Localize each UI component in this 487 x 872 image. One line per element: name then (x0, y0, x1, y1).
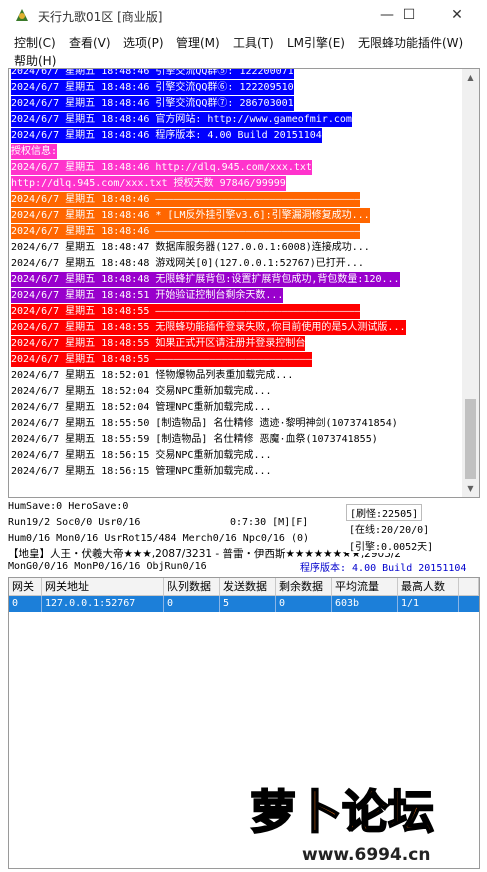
log-line: 授权信息: (11, 144, 58, 159)
brush-count: [刷怪:22505] (346, 504, 423, 521)
log-line: 2024/6/7 星期五 18:56:15 管理NPC重新加载完成... (11, 466, 272, 477)
menu-lm-engine[interactable]: LM引擎(E) (287, 34, 345, 51)
log-line: 2024/6/7 星期五 18:48:46 引擎交流QQ群⑥: 12220951… (11, 80, 294, 95)
log-line: 2024/6/7 星期五 18:48:46 引擎交流QQ群⑦: 28670300… (11, 96, 294, 111)
logo-text: 萝卜论坛 (250, 785, 434, 839)
run-status: Run19/2 Soc0/0 Usr0/16 (8, 517, 141, 528)
col-header-remaining[interactable]: 剩余数据 (276, 578, 332, 596)
online-count: [在线:20/20/0] (346, 521, 433, 536)
log-line: 2024/6/7 星期五 18:48:46 引擎交流QQ群⑤: 12220007… (11, 69, 294, 79)
menu-view[interactable]: 查看(V) (69, 34, 111, 51)
menu-plugin[interactable]: 无限蜂功能插件(W) (358, 34, 463, 51)
log-line: 2024/6/7 星期五 18:48:55 ——————————————————… (11, 304, 361, 319)
title-bar[interactable]: 天行九歌01区 [商业版] — ☐ ✕ (0, 0, 487, 31)
logo-url: www.6994.cn (302, 845, 430, 865)
log-line: 2024/6/7 星期五 18:48:46 * [LM反外挂引擎v3.6]:引擎… (11, 208, 370, 223)
menu-tools[interactable]: 工具(T) (233, 34, 274, 51)
col-header-sent[interactable]: 发送数据 (220, 578, 276, 596)
table-cell-address[interactable]: 127.0.0.1:52767 (42, 596, 164, 612)
log-line: 2024/6/7 星期五 18:48:47 数据库服务器(127.0.0.1:6… (11, 242, 370, 253)
col-header-gateway[interactable]: 网关 (9, 578, 42, 596)
log-line: 2024/6/7 星期五 18:48:48 游戏网关[0](127.0.0.1:… (11, 258, 364, 269)
app-icon (16, 9, 28, 21)
maximize-button[interactable]: ☐ (389, 0, 429, 31)
table-cell-max-users[interactable]: 1/1 (398, 596, 459, 612)
uptime: 0:7:30 [M][F] (230, 517, 309, 528)
close-button[interactable]: ✕ (437, 0, 477, 31)
menu-options[interactable]: 选项(P) (123, 34, 164, 51)
status-panel: HumSave:0 HeroSave:0 Run19/2 Soc0/0 Usr0… (8, 498, 478, 576)
log-scrollbar[interactable]: ▲ ▼ (462, 69, 479, 497)
log-line: 2024/6/7 星期五 18:48:46 官方网站: http://www.g… (11, 112, 352, 127)
col-header-filler (459, 578, 479, 596)
scroll-down-icon[interactable]: ▼ (462, 480, 479, 497)
log-panel[interactable]: 2024/6/7 星期五 18:48:46 引擎交流QQ群⑤: 12220007… (8, 68, 480, 498)
server-console-window: 天行九歌01区 [商业版] — ☐ ✕ 控制(C) 查看(V) 选项(P) 管理… (0, 0, 487, 872)
log-line: 2024/6/7 星期五 18:56:15 交易NPC重新加载完成... (11, 450, 272, 461)
menu-bar: 控制(C) 查看(V) 选项(P) 管理(M) 工具(T) LM引擎(E) 无限… (0, 31, 487, 69)
engine-days: [引擎:0.0052天] (346, 538, 437, 553)
table-cell-gateway[interactable]: 0 (9, 596, 42, 612)
table-cell-sent[interactable]: 5 (220, 596, 276, 612)
log-line: 2024/6/7 星期五 18:48:46 程序版本: 4.00 Build 2… (11, 128, 322, 143)
window-title: 天行九歌01区 [商业版] (38, 10, 163, 24)
scroll-thumb[interactable] (465, 399, 476, 479)
log-line: 2024/6/7 星期五 18:55:59 [制造物品] 名仕精修 恶魔·血祭(… (11, 434, 378, 445)
save-status: HumSave:0 HeroSave:0 (8, 501, 129, 512)
table-cell-remaining[interactable]: 0 (276, 596, 332, 612)
log-line: http://dlq.945.com/xxx.txt 授权天数 97846/99… (11, 176, 286, 191)
log-line: 2024/6/7 星期五 18:52:01 怪物爆物品列表重加载完成... (11, 370, 294, 381)
log-line: 2024/6/7 星期五 18:52:04 管理NPC重新加载完成... (11, 402, 272, 413)
log-line: 2024/6/7 星期五 18:52:04 交易NPC重新加载完成... (11, 386, 272, 397)
log-line: 2024/6/7 星期五 18:48:46 ——————————————————… (11, 192, 361, 207)
log-line: 2024/6/7 星期五 18:48:55 ——————————————————… (11, 352, 312, 367)
log-line: 2024/6/7 星期五 18:48:51 开始验证控制台剩余天数... (11, 288, 284, 303)
col-header-max-users[interactable]: 最高人数 (398, 578, 459, 596)
table-cell-avg-traffic[interactable]: 603b (332, 596, 398, 612)
mon-status: MonG0/0/16 MonP0/16/16 ObjRun0/16 (8, 561, 207, 572)
col-header-avg-traffic[interactable]: 平均流量 (332, 578, 398, 596)
hum-status: Hum0/16 Mon0/16 UsrRot15/484 Merch0/16 N… (8, 533, 310, 544)
col-header-queue[interactable]: 队列数据 (164, 578, 220, 596)
log-line: 2024/6/7 星期五 18:55:50 [制造物品] 名仕精修 遗迹·黎明神… (11, 418, 398, 429)
table-cell-filler (459, 596, 479, 612)
menu-manage[interactable]: 管理(M) (176, 34, 220, 51)
col-header-address[interactable]: 网关地址 (42, 578, 164, 596)
scroll-up-icon[interactable]: ▲ (462, 69, 479, 86)
table-cell-queue[interactable]: 0 (164, 596, 220, 612)
program-version: 程序版本: 4.00 Build 20151104 (300, 563, 467, 574)
log-line: 2024/6/7 星期五 18:48:46 ——————————————————… (11, 224, 361, 239)
menu-help[interactable]: 帮助(H) (14, 52, 56, 69)
carrot-forum-logo: 萝卜论坛 www.6994.cn (249, 784, 435, 865)
log-line: 2024/6/7 星期五 18:48:46 http://dlq.945.com… (11, 160, 312, 175)
log-line: 2024/6/7 星期五 18:48:55 无限蜂功能插件登录失败,你目前使用的… (11, 320, 406, 335)
menu-control[interactable]: 控制(C) (14, 34, 56, 51)
log-line: 2024/6/7 星期五 18:48:55 如果正式开区请注册并登录控制台 (11, 336, 306, 351)
log-line: 2024/6/7 星期五 18:48:48 无限蜂扩展背包:设置扩展背包成功,背… (11, 272, 400, 287)
